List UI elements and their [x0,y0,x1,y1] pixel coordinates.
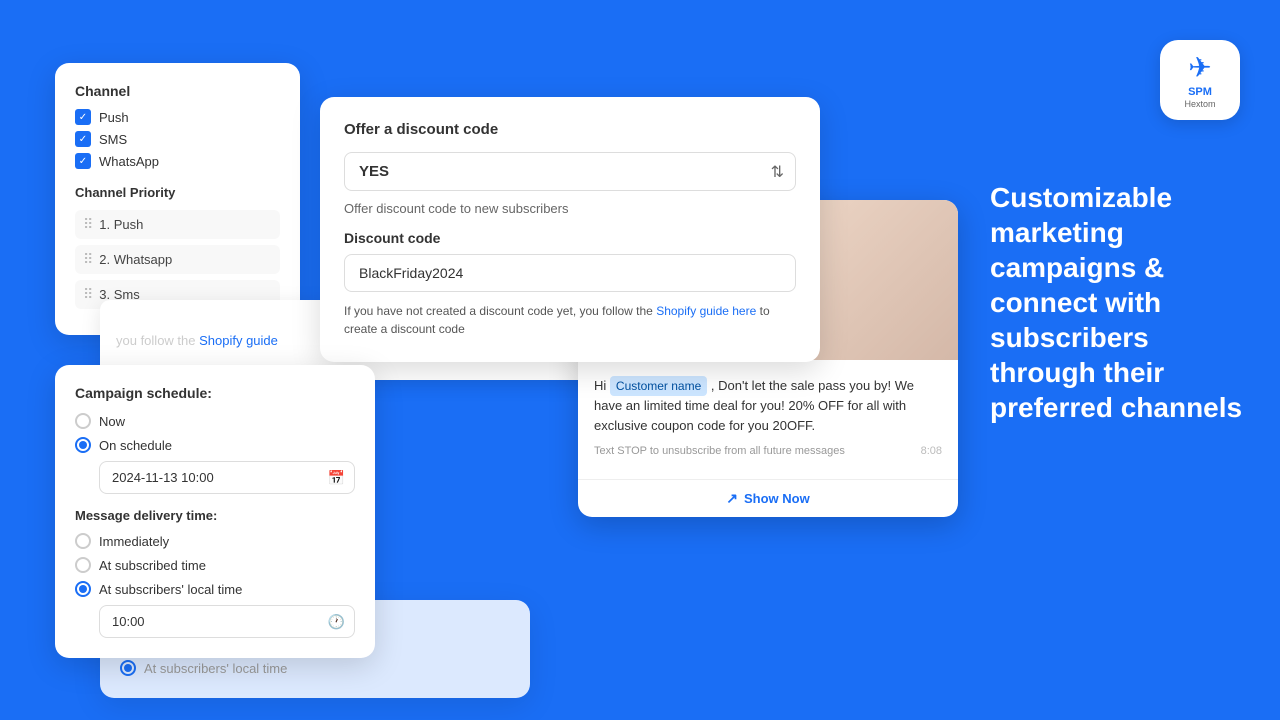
customer-name-tag: Customer name [610,376,707,396]
hi-text: Hi [594,378,606,393]
channel-whatsapp[interactable]: ✓ WhatsApp [75,153,280,169]
priority-whatsapp[interactable]: ⠿ 2. Whatsapp [75,245,280,274]
whatsapp-label: WhatsApp [99,154,159,169]
at-subscribed-radio[interactable] [75,557,91,573]
date-wrapper: 📅 [99,461,355,494]
schedule-card: Campaign schedule: Now On schedule 📅 Mes… [55,365,375,658]
channel-card: Channel ✓ Push ✓ SMS ✓ WhatsApp Channel … [55,63,300,335]
on-schedule-option[interactable]: On schedule [75,437,355,453]
at-subscribed-label: At subscribed time [99,558,206,573]
on-schedule-radio[interactable] [75,437,91,453]
channel-title: Channel [75,83,280,99]
priority-section: Channel Priority ⠿ 1. Push ⠿ 2. Whatsapp… [75,185,280,309]
bottom-local-time: At subscribers' local time [120,660,510,676]
channel-push[interactable]: ✓ Push [75,109,280,125]
preview-message: Hi Customer name , Don't let the sale pa… [594,376,942,435]
drag-handle-whatsapp[interactable]: ⠿ [83,251,91,268]
local-time-radio[interactable] [75,581,91,597]
time-wrapper: 🕐 [99,605,355,638]
now-option[interactable]: Now [75,413,355,429]
hero-text: Customizable marketing campaigns & conne… [990,180,1250,425]
discount-code-input[interactable] [344,254,796,292]
whatsapp-checkbox[interactable]: ✓ [75,153,91,169]
sms-label: SMS [99,132,127,147]
now-radio[interactable] [75,413,91,429]
discount-sub-label: Offer discount code to new subscribers [344,201,796,216]
immediately-label: Immediately [99,534,169,549]
sms-checkbox[interactable]: ✓ [75,131,91,147]
priority-push[interactable]: ⠿ 1. Push [75,210,280,239]
schedule-title: Campaign schedule: [75,385,355,401]
spm-label: SPM [1188,86,1212,99]
channel-sms[interactable]: ✓ SMS [75,131,280,147]
discount-card: Offer a discount code YES NO ⇅ Offer dis… [320,97,820,362]
preview-footer: Text STOP to unsubscribe from all future… [594,445,845,457]
push-checkbox[interactable]: ✓ [75,109,91,125]
show-now-label: Show Now [744,491,810,506]
immediately-option[interactable]: Immediately [75,533,355,549]
local-time-label: At subscribers' local time [99,582,242,597]
now-label: Now [99,414,125,429]
calendar-icon: 📅 [328,469,345,486]
bottom-local-time-radio[interactable] [120,660,136,676]
external-link-icon: ↗ [726,490,738,507]
drag-handle-sms[interactable]: ⠿ [83,286,91,303]
show-now-button[interactable]: ↗ Show Now [578,479,958,517]
plane-icon: ✈ [1188,51,1211,84]
delivery-title: Message delivery time: [75,508,355,523]
priority-push-label: 1. Push [99,217,143,232]
yes-no-select-wrapper: YES NO ⇅ [344,152,796,191]
clock-icon: 🕐 [328,613,345,630]
time-input[interactable] [99,605,355,638]
date-input[interactable] [99,461,355,494]
bottom-local-time-label: At subscribers' local time [144,661,287,676]
shopify-guide-link[interactable]: Shopify guide here [656,304,756,318]
code-label: Discount code [344,230,796,246]
spm-logo: ✈ SPM Hextom [1160,40,1240,120]
on-schedule-label: On schedule [99,438,172,453]
bg-shopify-link[interactable]: Shopify guide [199,333,278,348]
push-label: Push [99,110,129,125]
priority-whatsapp-label: 2. Whatsapp [99,252,172,267]
discount-title: Offer a discount code [344,121,796,138]
guide-prefix: If you have not created a discount code … [344,304,653,318]
bg-card-text: you follow the Shopify guide [116,333,278,348]
preview-body: Hi Customer name , Don't let the sale pa… [578,360,958,479]
immediately-radio[interactable] [75,533,91,549]
drag-handle-push[interactable]: ⠿ [83,216,91,233]
local-time-option[interactable]: At subscribers' local time [75,581,355,597]
preview-timestamp: 8:08 [921,445,942,457]
at-subscribed-option[interactable]: At subscribed time [75,557,355,573]
guide-text: If you have not created a discount code … [344,302,796,338]
yes-no-select[interactable]: YES NO [344,152,796,191]
brand-label: Hextom [1184,99,1215,110]
priority-title: Channel Priority [75,185,280,200]
